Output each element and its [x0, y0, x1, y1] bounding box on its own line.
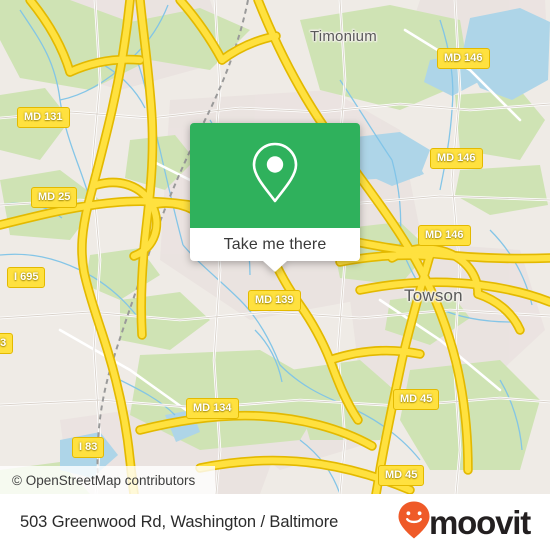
route-shield-md-146-north: MD 146 [437, 48, 490, 69]
bottom-info-bar: 503 Greenwood Rd, Washington / Baltimore… [0, 494, 550, 550]
moovit-map-screenshot: Timonium Towson MD 131 MD 25 I 695 33 I … [0, 0, 550, 550]
location-callout-card[interactable]: Take me there [190, 123, 360, 272]
moovit-logo[interactable]: moovit [397, 500, 531, 545]
route-shield-md-25: MD 25 [31, 187, 78, 208]
take-me-there-label: Take me there [223, 235, 327, 253]
moovit-wordmark: moovit [429, 503, 531, 541]
osm-attribution-text: © OpenStreetMap contributors [12, 472, 196, 488]
address-label: 503 Greenwood Rd, Washington / Baltimore [20, 512, 339, 531]
route-shield-md-131: MD 131 [17, 107, 70, 128]
route-shield-md-146-mid: MD 146 [430, 148, 483, 169]
route-shield-md-146-south: MD 146 [418, 225, 471, 246]
route-shield-md-134: MD 134 [186, 398, 239, 419]
callout-pin-area [190, 123, 360, 228]
moovit-pin-icon [397, 500, 431, 545]
take-me-there-button[interactable]: Take me there [190, 228, 360, 261]
map-canvas[interactable]: Timonium Towson MD 131 MD 25 I 695 33 I … [0, 0, 550, 494]
callout-tail [263, 261, 287, 272]
route-shield-md-45-north: MD 45 [393, 389, 440, 410]
route-shield-md-139: MD 139 [248, 290, 301, 311]
route-shield-i-83: I 83 [72, 437, 105, 458]
route-shield-i-695: I 695 [7, 267, 46, 288]
osm-attribution[interactable]: © OpenStreetMap contributors [0, 466, 215, 494]
route-shield-i-83-clipped: 33 [0, 333, 14, 354]
route-shield-md-45-south: MD 45 [378, 465, 425, 486]
map-pin-icon [248, 140, 302, 211]
